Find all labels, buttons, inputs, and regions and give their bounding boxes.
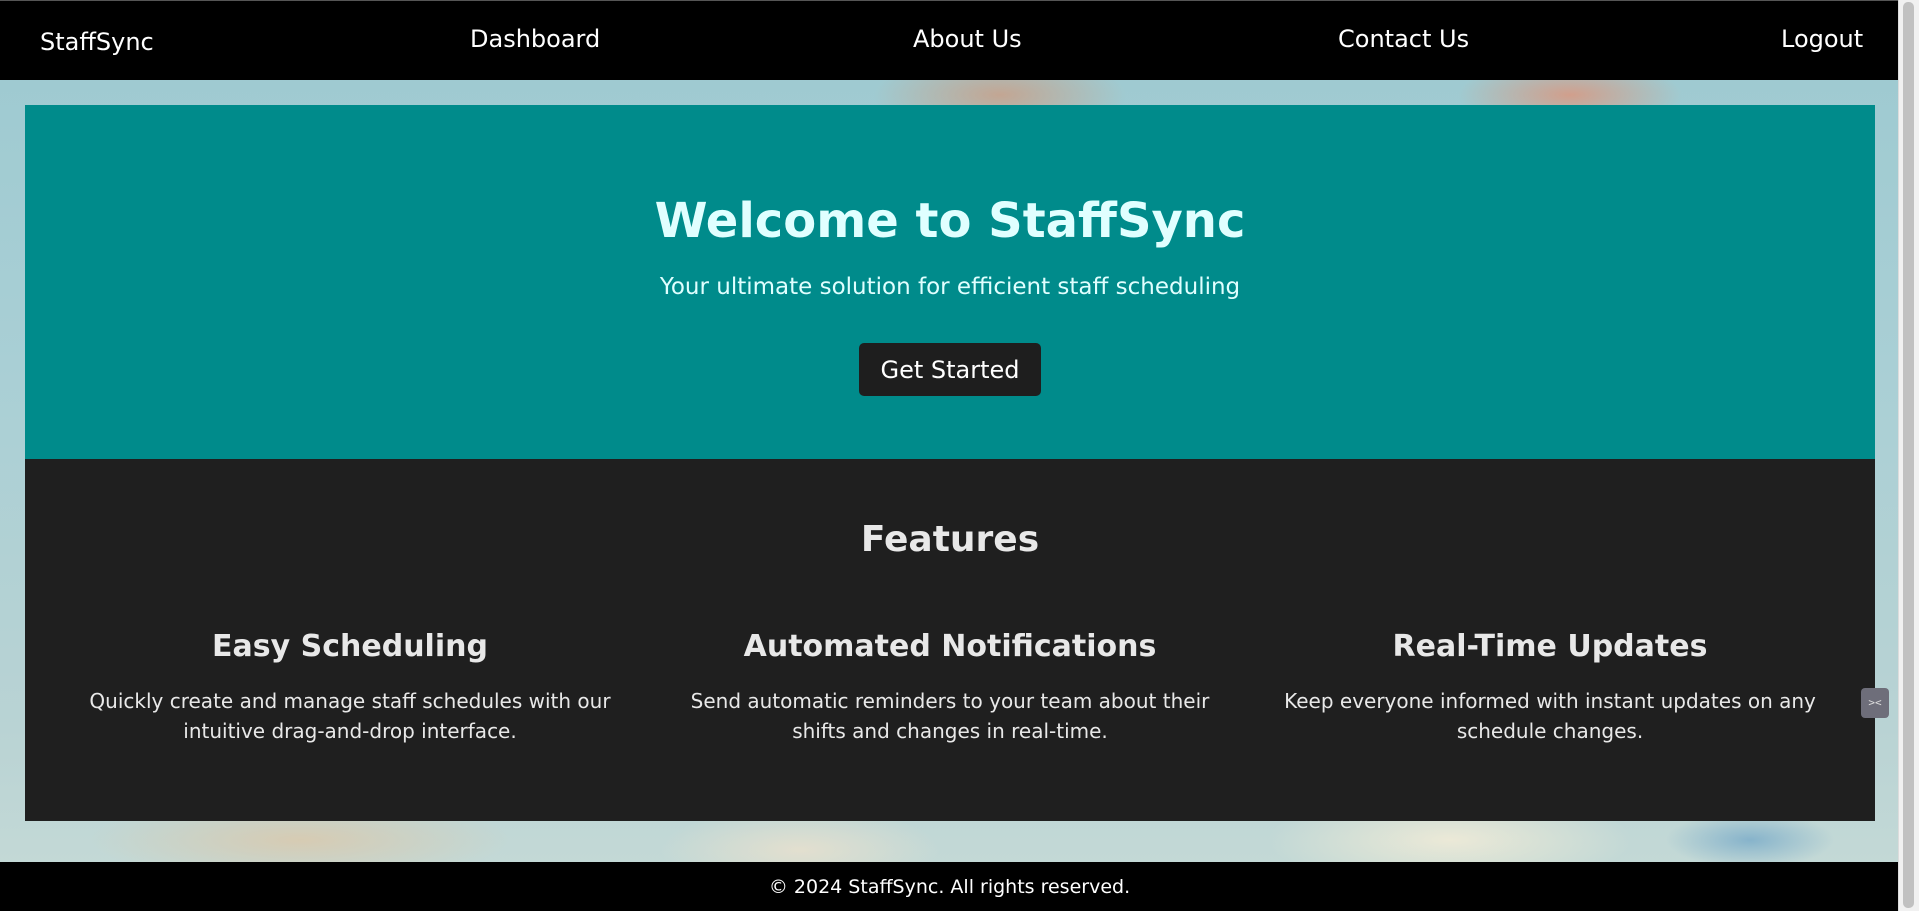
feature-description: Keep everyone informed with instant upda… bbox=[1284, 689, 1816, 743]
footer: © 2024 StaffSync. All rights reserved. bbox=[0, 862, 1899, 911]
vertical-scrollbar[interactable] bbox=[1898, 0, 1919, 911]
top-navbar: StaffSync Dashboard About Us Contact Us … bbox=[0, 0, 1899, 80]
hero-section: Welcome to StaffSync Your ultimate solut… bbox=[25, 105, 1875, 459]
nav-contact-us[interactable]: Contact Us bbox=[1338, 25, 1469, 53]
feature-card-real-time-updates: Real-Time Updates Keep everyone informed… bbox=[1270, 629, 1830, 746]
feature-title: Easy Scheduling bbox=[212, 629, 488, 664]
feature-card-automated-notifications: Automated Notifications Send automatic r… bbox=[670, 629, 1230, 746]
features-heading: Features bbox=[860, 519, 1040, 560]
page: StaffSync Dashboard About Us Contact Us … bbox=[0, 0, 1919, 911]
feature-title: Automated Notifications bbox=[743, 629, 1157, 664]
features-section: Features Easy Scheduling Quickly create … bbox=[25, 459, 1875, 821]
footer-copyright: © 2024 StaffSync. All rights reserved. bbox=[768, 876, 1131, 898]
nav-dashboard[interactable]: Dashboard bbox=[470, 25, 600, 53]
nav-about-us[interactable]: About Us bbox=[913, 25, 1022, 53]
get-started-button[interactable]: Get Started bbox=[859, 343, 1041, 396]
hero-subtitle: Your ultimate solution for efficient sta… bbox=[659, 274, 1241, 300]
nav-logout[interactable]: Logout bbox=[1781, 25, 1863, 53]
feature-card-easy-scheduling: Easy Scheduling Quickly create and manag… bbox=[70, 629, 630, 746]
feature-title: Real-Time Updates bbox=[1392, 629, 1708, 664]
hero-title: Welcome to StaffSync bbox=[654, 193, 1246, 249]
scrollbar-thumb[interactable] bbox=[1903, 2, 1914, 908]
feature-description: Send automatic reminders to your team ab… bbox=[690, 689, 1210, 743]
brand-link[interactable]: StaffSync bbox=[40, 28, 154, 56]
feature-description: Quickly create and manage staff schedule… bbox=[89, 689, 611, 743]
code-icon[interactable]: >< bbox=[1861, 688, 1889, 718]
